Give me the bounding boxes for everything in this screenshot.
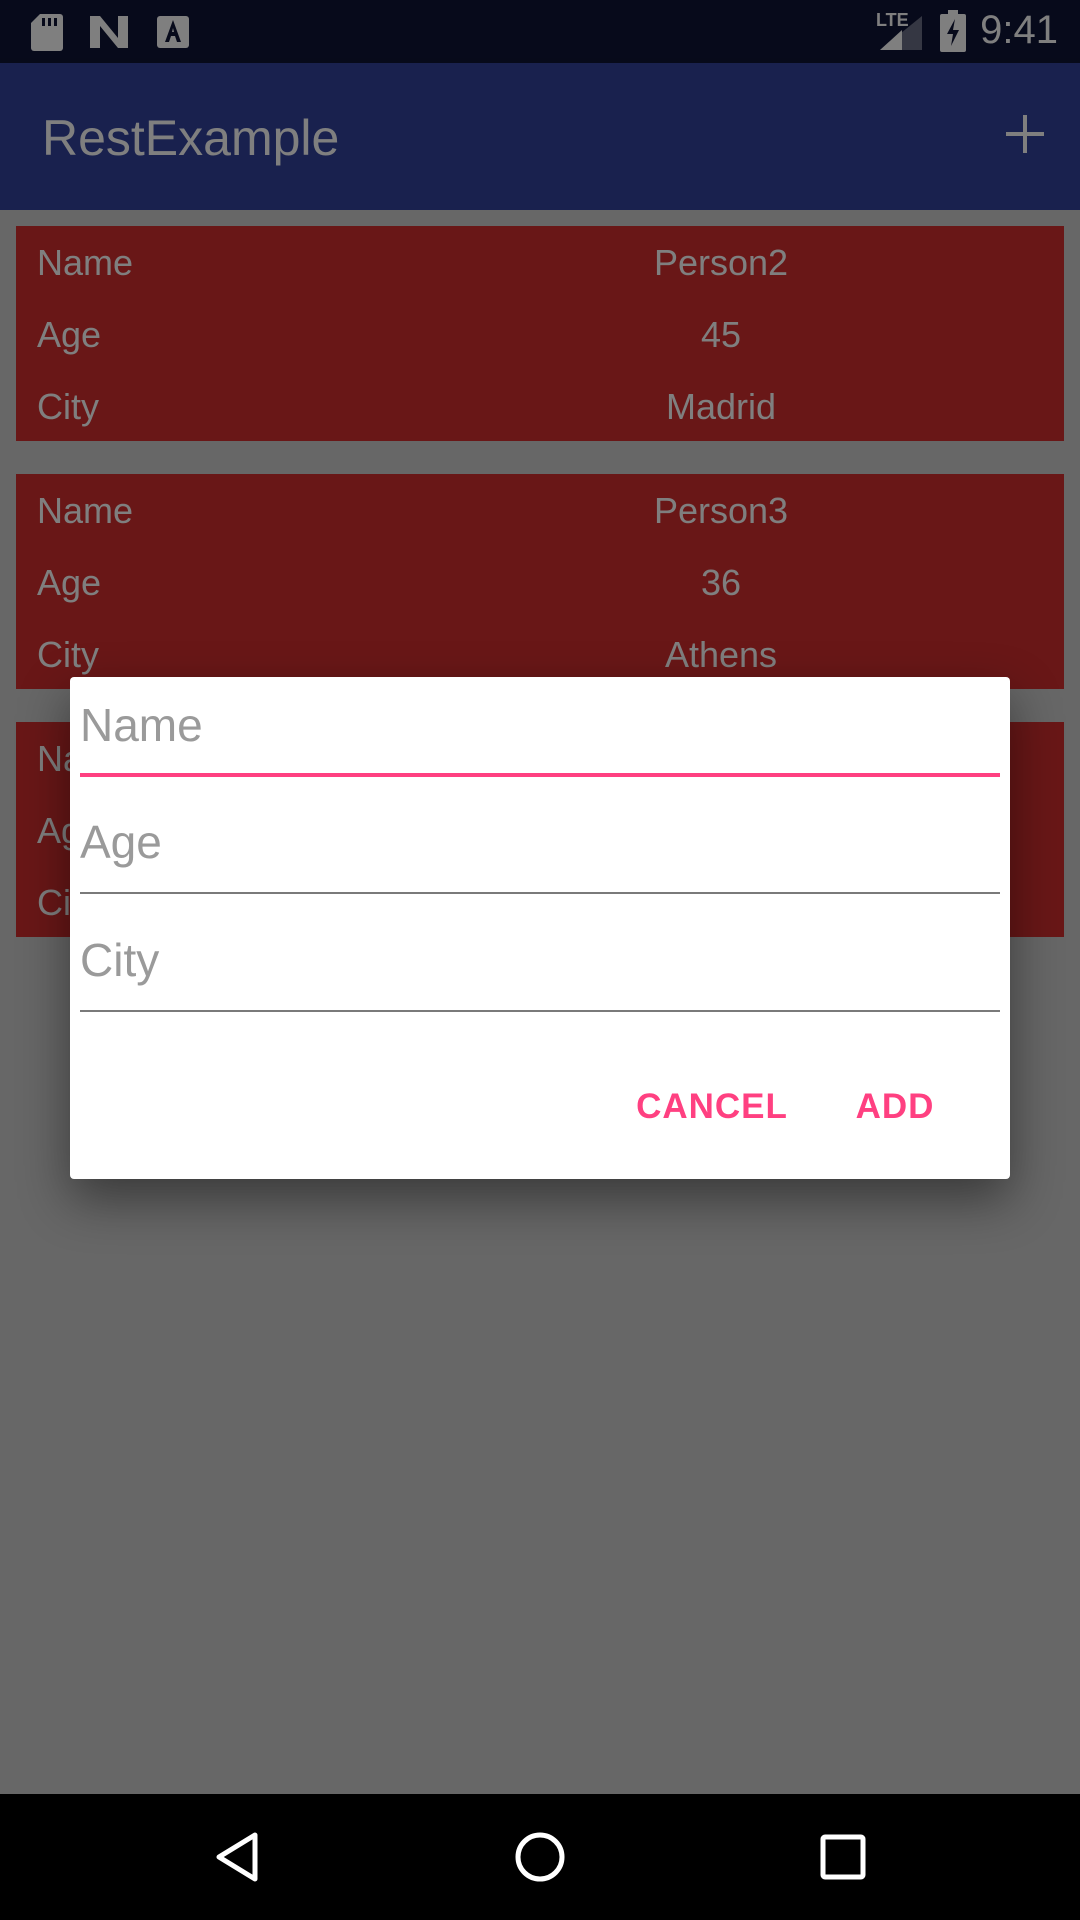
city-field xyxy=(80,912,1000,1012)
name-field xyxy=(80,677,1000,777)
back-icon[interactable] xyxy=(207,1827,267,1887)
home-icon[interactable] xyxy=(510,1827,570,1887)
navigation-bar xyxy=(0,1794,1080,1920)
city-input[interactable] xyxy=(80,912,1000,1008)
add-button[interactable]: ADD xyxy=(840,1077,950,1137)
age-input[interactable] xyxy=(80,794,1000,890)
city-field-underline xyxy=(80,1010,1000,1012)
add-person-dialog: CANCEL ADD xyxy=(70,677,1010,1179)
cancel-button[interactable]: CANCEL xyxy=(626,1077,798,1137)
name-input[interactable] xyxy=(80,677,1000,773)
name-field-underline xyxy=(80,773,1000,777)
age-field-underline xyxy=(80,892,1000,894)
age-field xyxy=(80,794,1000,894)
recents-icon[interactable] xyxy=(813,1827,873,1887)
